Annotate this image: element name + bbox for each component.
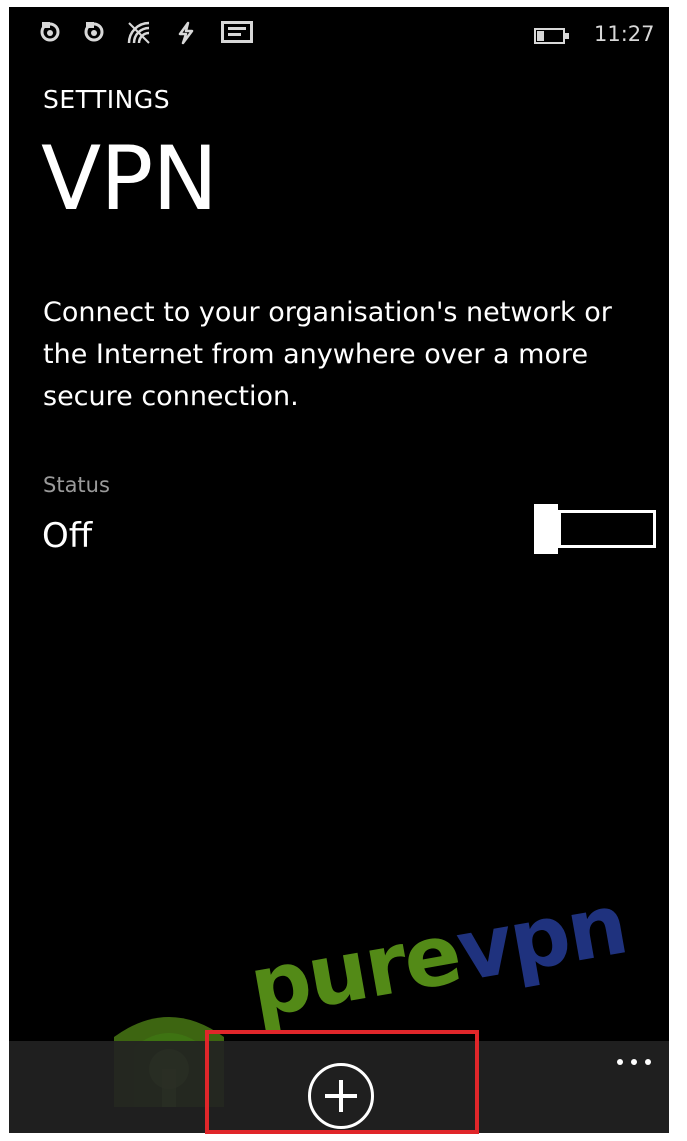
vpn-toggle-switch[interactable] bbox=[532, 504, 660, 554]
description-text: Connect to your organisation's network o… bbox=[43, 297, 612, 412]
clock: 11:27 bbox=[594, 22, 655, 46]
more-options-button[interactable] bbox=[611, 1051, 659, 1075]
more-dot bbox=[645, 1059, 651, 1065]
status-label: Status bbox=[43, 473, 110, 497]
data-transfer-icon bbox=[174, 21, 198, 45]
sync-icon bbox=[39, 21, 61, 43]
page-title: VPN bbox=[41, 127, 218, 230]
section-label: SETTINGS bbox=[43, 85, 171, 114]
toggle-thumb bbox=[534, 504, 558, 554]
battery-icon bbox=[534, 28, 570, 44]
sync-icon bbox=[83, 21, 105, 43]
brand-part-vpn: vpn bbox=[449, 874, 633, 1001]
more-dot bbox=[631, 1059, 637, 1065]
more-icon bbox=[617, 1059, 623, 1065]
status-bar: 11:27 bbox=[9, 7, 669, 59]
message-icon bbox=[221, 21, 253, 43]
brand-watermark-text: purevpn bbox=[243, 875, 633, 1037]
brand-part-pure: pure bbox=[242, 903, 467, 1037]
wifi-icon bbox=[127, 21, 151, 44]
add-icon bbox=[325, 1080, 357, 1112]
status-value: Off bbox=[42, 516, 93, 556]
toggle-track bbox=[558, 510, 656, 548]
add-vpn-button[interactable] bbox=[308, 1063, 374, 1129]
phone-screen: 11:27 SETTINGS VPN Connect to your organ… bbox=[9, 7, 669, 1133]
